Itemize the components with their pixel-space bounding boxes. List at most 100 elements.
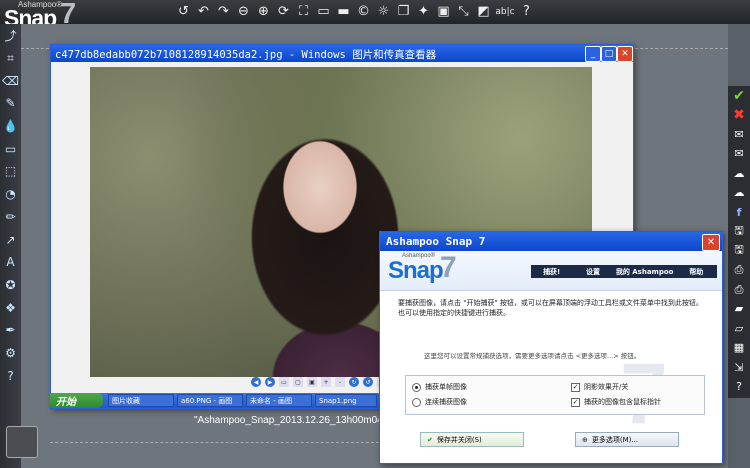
arrow-icon[interactable]: ↗ bbox=[0, 228, 21, 251]
pencil-icon[interactable]: ✏ bbox=[0, 206, 21, 229]
facebook-icon[interactable]: f bbox=[728, 202, 750, 221]
menu-settings[interactable]: 设置 bbox=[572, 265, 613, 278]
slideshow-icon[interactable]: ▣ bbox=[307, 377, 317, 387]
undo-icon[interactable]: ↶ bbox=[195, 2, 212, 21]
undo-all-icon[interactable]: ↺ bbox=[175, 2, 192, 21]
rotate-ccw-icon[interactable]: ↺ bbox=[363, 377, 373, 387]
email-icon[interactable]: ✉ bbox=[728, 125, 750, 144]
option-single-frame[interactable]: 捕获单帧图像 bbox=[412, 382, 467, 392]
select-rect-icon[interactable]: ▭ bbox=[315, 2, 332, 21]
checkbox-checked[interactable]: ✓ bbox=[571, 382, 580, 392]
close-x-icon[interactable]: ✖ bbox=[728, 105, 750, 124]
bar-icon[interactable]: ▬ bbox=[335, 2, 352, 21]
print-settings-icon[interactable]: ⎙ bbox=[728, 280, 750, 299]
email-edit-icon[interactable]: ✉ bbox=[728, 144, 750, 163]
magic-wand-icon[interactable]: ✦ bbox=[415, 2, 432, 21]
best-fit-icon[interactable]: ▭ bbox=[279, 377, 289, 387]
help-icon[interactable]: ? bbox=[518, 2, 535, 21]
radio-selected[interactable] bbox=[412, 382, 421, 392]
viewer-titlebar: c477db8edabb072b7108128914035da2.jpg - W… bbox=[51, 45, 633, 62]
taskbar-item[interactable]: 图片收藏 bbox=[108, 394, 174, 407]
folder-open-icon[interactable]: ▱ bbox=[728, 319, 750, 338]
option-shadow[interactable]: ✓ 阴影效果开/关 bbox=[571, 382, 628, 392]
folder-icon[interactable]: ▰ bbox=[728, 299, 750, 318]
left-toolbar: ⤴ ⌗ ⌫ ✎ 💧 ▭ ⬚ ◔ ✏ ↗ A ✪ ❖ ✒ ⚙ ? bbox=[0, 24, 21, 468]
frame-icon[interactable]: ▣ bbox=[435, 2, 452, 21]
option-continuous[interactable]: 连续捕获图像 bbox=[412, 397, 467, 407]
shapes-icon[interactable]: ◔ bbox=[0, 183, 21, 206]
next-image-icon[interactable]: ▶ bbox=[265, 377, 275, 387]
help-icon[interactable]: ? bbox=[0, 364, 21, 387]
option-label: 阴影效果开/关 bbox=[584, 383, 629, 391]
resize-icon[interactable]: ⤡ bbox=[455, 2, 472, 21]
right-toolbar: ✔ ✖ ✉ ✉ ☁ ☁ f 🖫 🖫 ⎙ ⎙ ▰ ▱ ▦ ⇲ ? bbox=[728, 86, 750, 398]
cursor-icon[interactable]: ⤴ bbox=[0, 24, 21, 47]
thumbnail-icon[interactable] bbox=[6, 426, 38, 458]
save-icon[interactable]: 🖫 bbox=[728, 222, 750, 241]
multi-image-icon[interactable]: ❐ bbox=[395, 2, 412, 21]
taskbar-item[interactable]: 未命名 - 画图 bbox=[246, 394, 312, 407]
minimize-button[interactable]: _ bbox=[585, 46, 601, 62]
taskbar-item[interactable]: Snap1.png bbox=[315, 394, 377, 407]
pen-icon[interactable]: ✒ bbox=[0, 319, 21, 342]
viewer-title: c477db8edabb072b7108128914035da2.jpg - W… bbox=[55, 49, 437, 61]
settings-icon[interactable]: ⚙ bbox=[0, 342, 21, 365]
help-icon[interactable]: ? bbox=[728, 377, 750, 396]
image-editor-icon[interactable]: ▦ bbox=[728, 338, 750, 357]
windows-taskbar: 开始 图片收藏 a60.PNG - 画图 未命名 - 画图 Snap1.png bbox=[50, 393, 380, 408]
zoom-out-icon[interactable]: ⊖ bbox=[235, 2, 252, 21]
top-toolbar: Ashampoo® Snap 7 ↺ ↶ ↷ ⊖ ⊕ ⟳ ⛶ ▭ ▬ © ☼ ❐… bbox=[0, 0, 750, 31]
ashampoo-dialog: Ashampoo Snap 7 ✕ Ashampoo® Snap 7 捕获! 设… bbox=[379, 231, 723, 464]
zoom-out-icon[interactable]: - bbox=[335, 377, 345, 387]
text-icon[interactable]: A bbox=[0, 251, 21, 274]
dialog-logo-version: 7 bbox=[440, 251, 457, 284]
eraser-icon[interactable]: ⌫ bbox=[0, 69, 21, 92]
marker-icon[interactable]: ✎ bbox=[0, 92, 21, 115]
checkbox-checked[interactable]: ✓ bbox=[571, 397, 580, 407]
cloud-icon[interactable]: ☁ bbox=[728, 164, 750, 183]
more-options-button[interactable]: ⊕ 更多选项(M)... bbox=[575, 432, 679, 447]
save-as-icon[interactable]: 🖫 bbox=[728, 241, 750, 260]
option-label: 捕获的图像包含鼠标指针 bbox=[584, 398, 661, 406]
dialog-body: 7 要捕获图像，请点击 "开始捕获" 按钮，或可以在屏幕顶端的浮动工具栏或文件菜… bbox=[380, 290, 722, 463]
export-icon[interactable]: ⇲ bbox=[728, 357, 750, 376]
plus-icon: ⊕ bbox=[582, 435, 588, 444]
prev-image-icon[interactable]: ◀ bbox=[251, 377, 261, 387]
cloud-upload-icon[interactable]: ☁ bbox=[728, 183, 750, 202]
start-button[interactable]: 开始 bbox=[50, 393, 103, 408]
actual-size-icon[interactable]: ▢ bbox=[293, 377, 303, 387]
radio[interactable] bbox=[412, 397, 421, 407]
blur-drop-icon[interactable]: 💧 bbox=[0, 115, 21, 138]
menu-my-ashampoo[interactable]: 我的 Ashampoo bbox=[614, 265, 676, 278]
fill-icon[interactable]: ◩ bbox=[475, 2, 492, 21]
edit-toolbar: ↺ ↶ ↷ ⊖ ⊕ ⟳ ⛶ ▭ ▬ © ☼ ❐ ✦ ▣ ⤡ ◩ ab|c ? bbox=[175, 2, 535, 21]
brightness-icon[interactable]: ☼ bbox=[375, 2, 392, 21]
dialog-logo-text: Snap bbox=[388, 257, 444, 284]
stars-icon[interactable]: ❖ bbox=[0, 296, 21, 319]
option-mouse-pointer[interactable]: ✓ 捕获的图像包含鼠标指针 bbox=[571, 397, 661, 407]
zoom-in-icon[interactable]: ⊕ bbox=[255, 2, 272, 21]
stamp-icon[interactable]: ✪ bbox=[0, 274, 21, 297]
accept-check-icon[interactable]: ✔ bbox=[728, 86, 750, 105]
taskbar-item[interactable]: a60.PNG - 画图 bbox=[177, 394, 243, 407]
crop-fit-icon[interactable]: ⛶ bbox=[295, 2, 312, 21]
more-options-label: 更多选项(M)... bbox=[591, 435, 639, 444]
dialog-titlebar: Ashampoo Snap 7 ✕ bbox=[380, 232, 722, 251]
text-abc-icon[interactable]: ab|c bbox=[495, 2, 515, 21]
zoom-in-icon[interactable]: + bbox=[321, 377, 331, 387]
menu-help[interactable]: 帮助 bbox=[676, 265, 717, 278]
save-close-button[interactable]: ✔ 保存并关闭(S) bbox=[420, 432, 524, 447]
crop-icon[interactable]: ⌗ bbox=[0, 47, 21, 70]
rotate-icon[interactable]: ⟳ bbox=[275, 2, 292, 21]
rect-icon[interactable]: ▭ bbox=[0, 137, 21, 160]
rotate-cw-icon[interactable]: ↻ bbox=[349, 377, 359, 387]
maximize-button[interactable]: □ bbox=[601, 46, 617, 62]
menu-capture[interactable]: 捕获! bbox=[531, 265, 572, 278]
redo-icon[interactable]: ↷ bbox=[215, 2, 232, 21]
close-button[interactable]: ✕ bbox=[617, 46, 633, 62]
copyright-icon[interactable]: © bbox=[355, 2, 372, 21]
selection-icon[interactable]: ⬚ bbox=[0, 160, 21, 183]
print-icon[interactable]: ⎙ bbox=[728, 261, 750, 280]
save-close-label: 保存并关闭(S) bbox=[436, 435, 482, 444]
dialog-close-button[interactable]: ✕ bbox=[702, 234, 720, 251]
